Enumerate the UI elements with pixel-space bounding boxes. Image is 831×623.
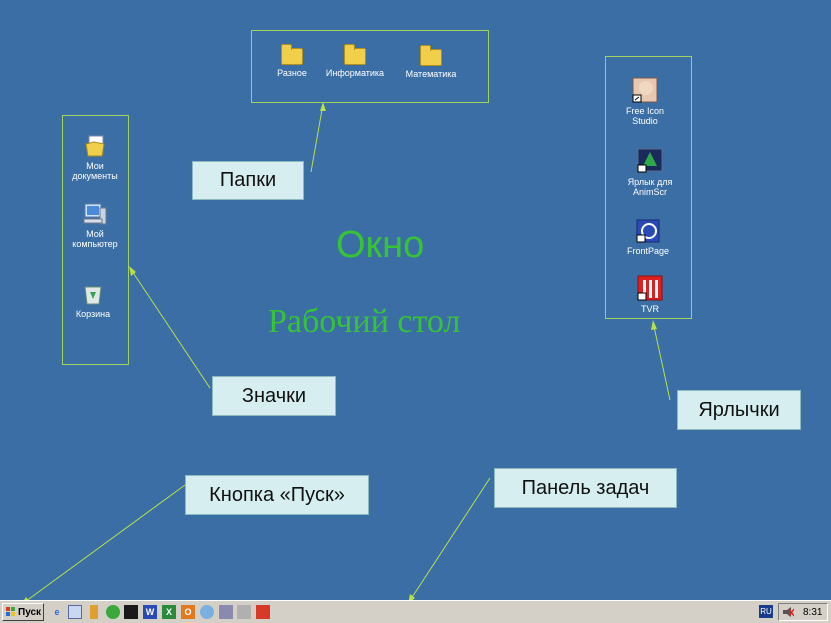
tvr-icon [637, 275, 663, 301]
dark-app-icon[interactable] [124, 605, 138, 619]
word-icon[interactable]: W [143, 605, 157, 619]
system-tray: 8:31 [778, 603, 828, 621]
volume-muted-icon[interactable] [782, 606, 795, 618]
taskbar: Пуск e W X O RU 8:31 [0, 600, 831, 623]
shortcut-label: Free Icon Studio [625, 106, 665, 126]
callout-folders: Папки [192, 161, 304, 200]
book-icon[interactable] [68, 605, 82, 619]
connector-shortcuts [652, 321, 671, 401]
callout-start-button: Кнопка «Пуск» [185, 475, 369, 515]
shortcut-animscr[interactable]: Ярлык для AnimScr [615, 148, 685, 197]
shortcut-tvr[interactable]: TVR [627, 275, 673, 314]
folder-icon [344, 44, 366, 65]
my-computer-icon [82, 202, 108, 226]
frontpage-icon [636, 219, 660, 243]
connector-folders [310, 103, 324, 173]
ie-icon[interactable]: e [50, 605, 64, 619]
free-icon-studio-icon [632, 77, 658, 103]
desktop-title: Рабочий стол [268, 303, 461, 340]
window-title: Окно [336, 224, 425, 266]
network-icon[interactable] [106, 605, 120, 619]
powerpoint-icon[interactable] [200, 605, 214, 619]
office-icon[interactable]: O [181, 605, 195, 619]
folder-matematika[interactable]: Математика [400, 45, 462, 79]
shortcut-label: FrontPage [626, 246, 670, 256]
my-documents[interactable]: Мои документы [66, 134, 124, 181]
language-indicator[interactable]: RU [759, 605, 773, 618]
shortcut-label: TVR [641, 304, 659, 314]
recycle-bin-label: Корзина [75, 309, 111, 319]
recycle-bin[interactable]: Корзина [66, 282, 120, 319]
my-documents-icon [84, 134, 106, 158]
animscr-icon [637, 148, 663, 174]
my-documents-label: Мои документы [72, 161, 118, 181]
start-button[interactable]: Пуск [2, 603, 44, 621]
my-computer[interactable]: Мой компьютер [66, 202, 124, 249]
callout-taskbar: Панель задач [494, 468, 677, 508]
tool-icon[interactable] [90, 605, 98, 619]
lock-icon[interactable] [256, 605, 270, 619]
calc-icon[interactable] [237, 605, 251, 619]
connector-taskbar [408, 477, 491, 603]
clock[interactable]: 8:31 [803, 607, 822, 618]
folder-informatika[interactable]: Информатика [322, 44, 388, 78]
connector-folders-arrowhead [320, 102, 326, 111]
shortcut-frontpage[interactable]: FrontPage [617, 219, 679, 256]
excel-icon[interactable]: X [162, 605, 176, 619]
shortcut-label: Ярлык для AnimScr [627, 177, 673, 197]
folder-icon [420, 45, 442, 66]
folder-label: Математика [405, 69, 457, 79]
callout-shortcuts: Ярлычки [677, 390, 801, 430]
folder-label: Разное [277, 68, 307, 78]
paint-icon[interactable] [219, 605, 233, 619]
folder-razное[interactable]: Разное [268, 44, 316, 78]
recycle-bin-icon [82, 282, 104, 306]
folder-icon [281, 44, 303, 65]
my-computer-label: Мой компьютер [72, 229, 118, 249]
shortcut-free-icon-studio[interactable]: Free Icon Studio [615, 77, 675, 126]
connector-icons [129, 267, 211, 389]
connector-icons-arrowhead [129, 266, 136, 276]
start-label: Пуск [18, 606, 42, 618]
connector-shortcuts-arrowhead [651, 320, 657, 330]
connector-start-button [21, 484, 186, 605]
folder-label: Информатика [325, 68, 385, 78]
callout-icons: Значки [212, 376, 336, 416]
windows-logo-icon [6, 607, 16, 617]
